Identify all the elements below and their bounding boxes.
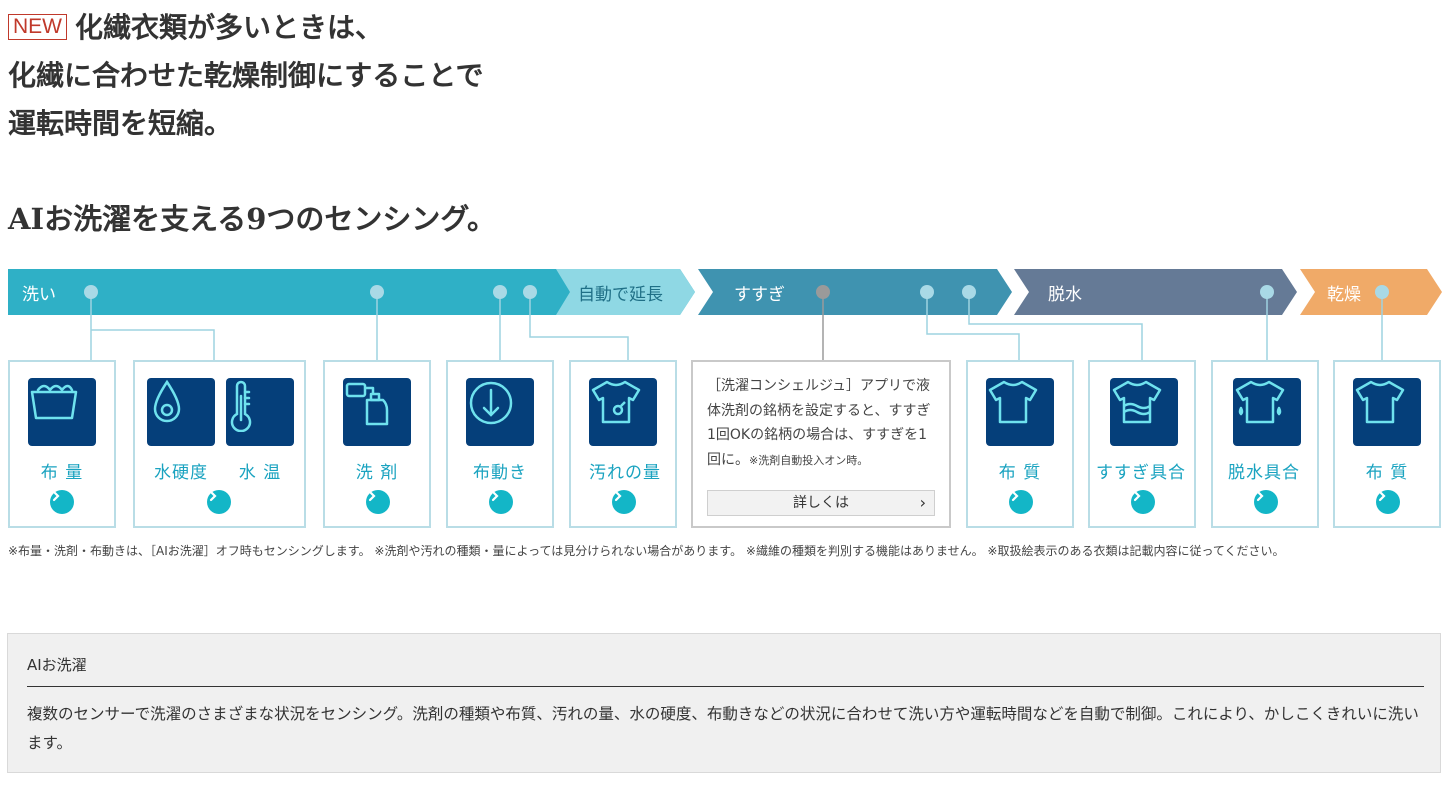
arrow-right-icon[interactable] [1376,490,1400,514]
stage-spin-label: 脱水 [1048,285,1082,305]
sensor-card-dirt-amount[interactable]: 汚れの量 [569,360,677,528]
info-title: AIお洗濯 [27,656,87,674]
shirt-icon [986,378,1054,446]
sensor-card-fabric-rinse[interactable]: 布 質 [966,360,1074,528]
info-box: AIお洗濯 複数のセンサーで洗濯のさまざまな状況をセンシング。洗剤の種類や布質、… [7,633,1441,773]
sensor-card-fabric-dry[interactable]: 布 質 [1333,360,1441,528]
sensor-label: 洗 剤 [355,463,399,483]
sensor-label: 水硬度 [154,463,208,483]
arrow-right-icon[interactable] [366,490,390,514]
arrow-right-icon[interactable] [1009,490,1033,514]
concierge-text: ［洗濯コンシェルジュ］アプリで液体洗剤の銘柄を設定すると、すすぎ1回OKの銘柄の… [707,378,931,468]
sensor-label: 汚れの量 [589,463,661,483]
sensor-label: 布動き [473,463,527,483]
stage-extend-label: 自動で延長 [578,285,663,305]
sensor-water-temp: 水 温 [226,378,294,483]
chevron-right-icon: › [919,493,926,512]
detergent-bottle-icon [343,378,411,446]
sensor-card-spin-level[interactable]: 脱水具合 [1211,360,1319,528]
sensor-rinse-level: すすぎ具合 [1096,378,1185,483]
sensing-diagram: 洗い 自動で延長 すすぎ 脱水 乾燥 布 量 水硬度 水 温 洗 剤 布動き 汚… [0,262,1451,532]
arrow-right-icon[interactable] [612,490,636,514]
sensor-card-cloth-movement[interactable]: 布動き [446,360,554,528]
wet-shirt-icon [1110,378,1178,446]
sensor-label: 水 温 [238,463,282,483]
arrow-right-icon[interactable] [489,490,513,514]
concierge-dot [816,285,830,299]
details-button[interactable]: 詳しくは › [707,490,935,516]
concierge-note: ※洗剤自動投入オン時。 [749,453,869,467]
new-badge: NEW [8,14,67,40]
headline-line-1: NEW 化繊衣類が多いときは、 [8,4,708,52]
sensor-detergent: 洗 剤 [343,378,411,483]
sensor-spin-level: 脱水具合 [1228,378,1301,483]
dripping-shirt-icon [1233,378,1301,446]
headline-line-2: 化繊に合わせた乾燥制御にすることで [8,59,484,92]
sensor-card-cloth-amount[interactable]: 布 量 [8,360,116,528]
sensor-fabric-rinse: 布 質 [986,378,1054,483]
sensor-label: 布 量 [40,463,84,483]
sensor-cloth-amount: 布 量 [28,378,96,483]
shirt-icon [1353,378,1421,446]
sensor-card-detergent[interactable]: 洗 剤 [323,360,431,528]
concierge-card: ［洗濯コンシェルジュ］アプリで液体洗剤の銘柄を設定すると、すすぎ1回OKの銘柄の… [691,360,951,528]
water-drop-icon [147,378,215,446]
arrow-right-icon[interactable] [1131,490,1155,514]
sensor-fabric-dry: 布 質 [1353,378,1421,483]
divider [27,686,1424,687]
details-button-label: 詳しくは [793,495,849,511]
headline-line-3: 運転時間を短縮。 [8,107,233,140]
section-heading: AIお洗濯を支える9つのセンシング。 [8,202,497,236]
laundry-tub-icon [28,378,96,446]
info-body: 複数のセンサーで洗濯のさまざまな状況をセンシング。洗剤の種類や布質、汚れの量、水… [27,705,1419,752]
sensor-label: 布 質 [1365,463,1409,483]
arrow-right-icon[interactable] [207,490,231,514]
sensor-label: 脱水具合 [1228,463,1300,483]
stage-rinse-label: すすぎ [734,285,785,305]
stage-dry-label: 乾燥 [1327,285,1361,305]
rotation-arrow-icon [466,378,534,446]
sensor-card-rinse-level[interactable]: すすぎ具合 [1088,360,1196,528]
sensor-label: 布 質 [998,463,1042,483]
sensor-dirt-amount: 汚れの量 [589,378,661,483]
footnotes: ※布量・洗剤・布動きは、［AIお洗濯］オフ時もセンシングします。 ※洗剤や汚れの… [8,544,1285,558]
sensor-card-water[interactable]: 水硬度 水 温 [133,360,306,528]
thermometer-icon [226,378,294,446]
stained-shirt-icon [589,378,657,446]
dry-band [1300,269,1442,315]
arrow-right-icon[interactable] [50,490,74,514]
sensor-label: すすぎ具合 [1096,463,1186,483]
stage-wash-label: 洗い [22,285,56,305]
headline: NEW 化繊衣類が多いときは、 化繊に合わせた乾燥制御にすることで 運転時間を短縮… [8,4,708,148]
sensor-water-hardness: 水硬度 [147,378,215,483]
sensor-cloth-movement: 布動き [466,378,534,483]
arrow-right-icon[interactable] [1254,490,1278,514]
